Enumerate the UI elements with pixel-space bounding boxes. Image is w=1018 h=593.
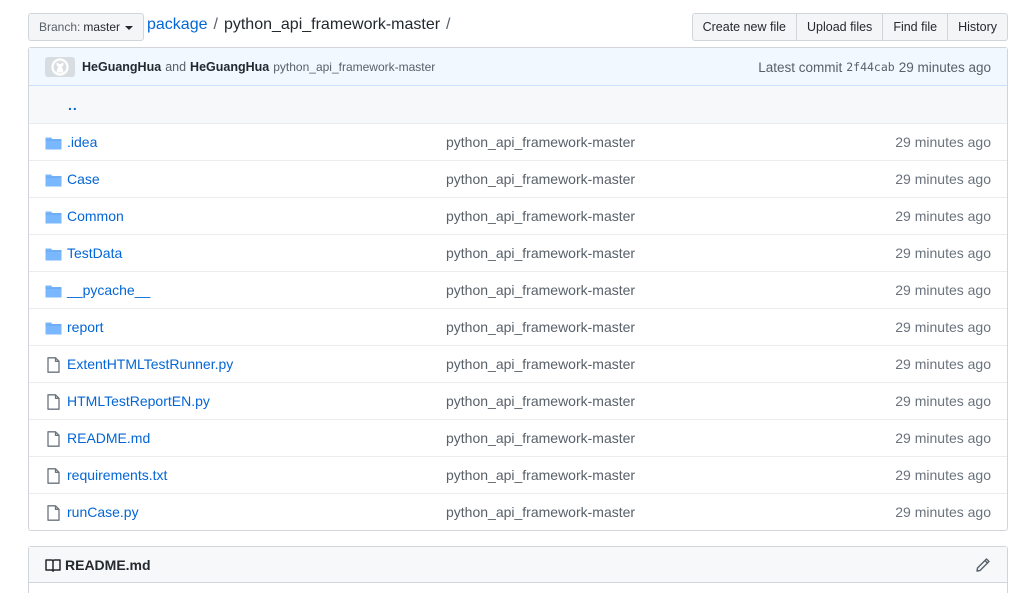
latest-commit-info: Latest commit 2f44cab 29 minutes ago — [758, 48, 991, 86]
file-age: 29 minutes ago — [895, 208, 991, 224]
commit-time: 29 minutes ago — [898, 59, 991, 75]
commit-sha-link[interactable]: 2f44cab — [846, 60, 894, 74]
file-age: 29 minutes ago — [895, 393, 991, 409]
github-avatar-icon — [51, 57, 69, 76]
branch-value: master — [83, 20, 121, 34]
folder-icon — [45, 322, 62, 335]
breadcrumb-current: python_api_framework-master — [223, 16, 441, 33]
breadcrumb-separator: / — [446, 16, 451, 33]
book-icon — [45, 558, 61, 572]
file-age: 29 minutes ago — [895, 430, 991, 446]
file-commit-message-link[interactable]: python_api_framework-master — [446, 430, 635, 446]
repo-toolbar: Branch: master package / python_api_fram… — [28, 13, 1008, 41]
create-new-file-button[interactable]: Create new file — [691, 13, 797, 41]
file-age: 29 minutes ago — [895, 134, 991, 150]
file-commit-message-link[interactable]: python_api_framework-master — [446, 467, 635, 483]
file-icon — [47, 394, 60, 410]
commit-author-link[interactable]: HeGuangHua — [82, 60, 161, 74]
file-name-link[interactable]: Case — [67, 171, 100, 187]
file-age: 29 minutes ago — [895, 356, 991, 372]
file-name-link[interactable]: __pycache__ — [67, 282, 150, 298]
commit-and-text: and — [165, 59, 187, 74]
file-commit-message-link[interactable]: python_api_framework-master — [446, 171, 635, 187]
file-commit-message-link[interactable]: python_api_framework-master — [446, 356, 635, 372]
avatar[interactable] — [45, 56, 75, 77]
file-name-link[interactable]: HTMLTestReportEN.py — [67, 393, 210, 409]
file-commit-message-link[interactable]: python_api_framework-master — [446, 134, 635, 150]
file-row: ExtentHTMLTestRunner.py python_api_framew… — [29, 345, 1007, 382]
file-name-link[interactable]: Common — [67, 208, 124, 224]
file-row: HTMLTestReportEN.py python_api_framework-… — [29, 382, 1007, 419]
file-commit-message-link[interactable]: python_api_framework-master — [446, 393, 635, 409]
file-commit-message-link[interactable]: python_api_framework-master — [446, 319, 635, 335]
file-row: Common python_api_framework-master 29 minu… — [29, 197, 1007, 234]
latest-commit-label: Latest commit — [758, 59, 843, 75]
breadcrumb-separator: / — [213, 16, 218, 33]
file-row: report python_api_framework-master 29 minu… — [29, 308, 1007, 345]
file-row: .idea python_api_framework-master 29 minut… — [29, 123, 1007, 160]
breadcrumb: package / python_api_framework-master / — [147, 16, 457, 34]
file-age: 29 minutes ago — [895, 171, 991, 187]
readme-title: README.md — [65, 556, 151, 573]
file-commit-message-link[interactable]: python_api_framework-master — [446, 504, 635, 520]
file-row: README.md python_api_framework-master 29 m… — [29, 419, 1007, 456]
file-age: 29 minutes ago — [895, 504, 991, 520]
breadcrumb-root-link[interactable]: package — [147, 16, 208, 34]
folder-icon — [45, 174, 62, 187]
file-commit-message-link[interactable]: python_api_framework-master — [446, 282, 635, 298]
parent-directory-row: .. — [29, 86, 1007, 123]
file-age: 29 minutes ago — [895, 245, 991, 261]
file-name-link[interactable]: runCase.py — [67, 504, 139, 520]
folder-icon — [45, 137, 62, 150]
commit-committer-link[interactable]: HeGuangHua — [190, 60, 269, 74]
file-row: requirements.txt python_api_framework-mas… — [29, 456, 1007, 493]
file-age: 29 minutes ago — [895, 467, 991, 483]
folder-icon — [45, 248, 62, 261]
file-name-link[interactable]: README.md — [67, 430, 150, 446]
readme-header: README.md — [29, 547, 1007, 583]
file-row: runCase.py python_api_framework-master 29 … — [29, 493, 1007, 530]
latest-commit-bar: HeGuangHua and HeGuangHua python_api_fra… — [29, 48, 1007, 86]
file-commit-message-link[interactable]: python_api_framework-master — [446, 245, 635, 261]
file-name-link[interactable]: report — [67, 319, 104, 335]
file-name-link[interactable]: requirements.txt — [67, 467, 167, 483]
caret-down-icon — [125, 26, 134, 30]
parent-directory-link[interactable]: .. — [68, 97, 78, 113]
branch-selector-button[interactable]: Branch: master — [28, 13, 145, 41]
file-row: Case python_api_framework-master 29 minute… — [29, 160, 1007, 197]
file-icon — [47, 357, 60, 373]
file-icon — [47, 505, 60, 521]
upload-files-button[interactable]: Upload files — [795, 13, 884, 41]
file-row: __pycache__ python_api_framework-master 29… — [29, 271, 1007, 308]
file-actions-group: Create new file Upload files Find file H… — [691, 13, 1008, 41]
commit-message-link[interactable]: python_api_framework-master — [273, 60, 435, 74]
file-name-link[interactable]: ExtentHTMLTestRunner.py — [67, 356, 233, 372]
file-age: 29 minutes ago — [895, 319, 991, 335]
file-commit-message-link[interactable]: python_api_framework-master — [446, 208, 635, 224]
find-file-button[interactable]: Find file — [882, 13, 949, 41]
folder-icon — [45, 285, 62, 298]
file-icon — [47, 468, 60, 484]
file-name-link[interactable]: .idea — [67, 134, 97, 150]
readme-panel: README.md — [28, 546, 1008, 593]
branch-label: Branch: — [39, 20, 81, 34]
pencil-icon[interactable] — [975, 557, 991, 573]
file-name-link[interactable]: TestData — [67, 245, 122, 261]
folder-icon — [45, 211, 62, 224]
file-row: TestData python_api_framework-master 29 mi… — [29, 234, 1007, 271]
file-icon — [47, 431, 60, 447]
file-age: 29 minutes ago — [895, 282, 991, 298]
file-list: HeGuangHua and HeGuangHua python_api_fra… — [28, 47, 1008, 531]
history-button[interactable]: History — [947, 13, 1008, 41]
